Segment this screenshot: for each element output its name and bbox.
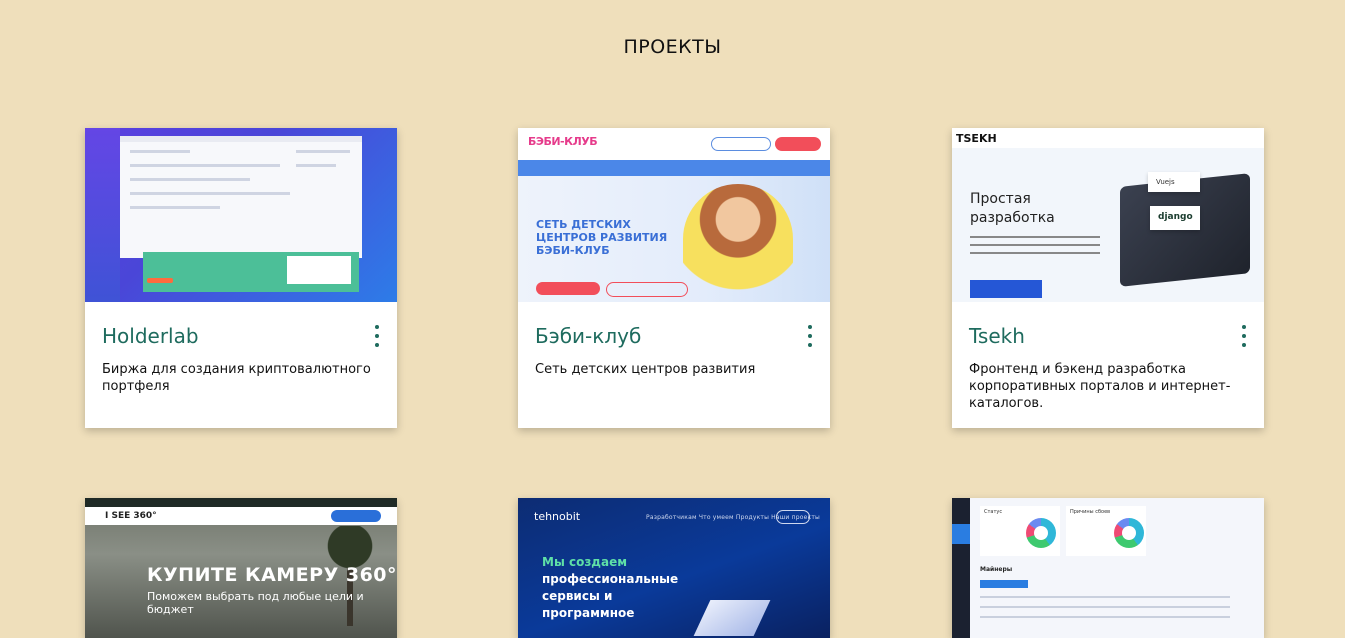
thumbnail-cta-button	[775, 137, 821, 151]
vue-badge: Vuejs	[1148, 172, 1200, 192]
more-options-icon[interactable]	[804, 325, 816, 347]
thumbnail-logo: I SEE 360°	[105, 511, 157, 521]
project-card-holderlab[interactable]: Holderlab Биржа для создания криптовалют…	[85, 128, 397, 428]
project-title: Tsekh	[969, 324, 1025, 348]
project-description: Биржа для создания криптовалютного портф…	[102, 362, 371, 394]
page-title: ПРОЕКТЫ	[623, 36, 722, 58]
project-thumbnail[interactable]: TSEKH Простая разработка Vuejs django	[952, 128, 1264, 302]
project-card-isee360[interactable]: I SEE 360° КУПИТЕ КАМЕРУ 360° Поможем вы…	[85, 498, 397, 638]
thumbnail-button	[980, 580, 1028, 588]
project-description: Фронтенд и бэкенд разработка корпоративн…	[969, 362, 1231, 411]
thumbnail-nav-button	[776, 510, 810, 524]
thumbnail-hero-button	[536, 282, 600, 295]
thumbnail-outline-button	[711, 137, 771, 151]
thumbnail-hero: СЕТЬ ДЕТСКИХ ЦЕНТРОВ РАЗВИТИЯ БЭБИ-КЛУБ	[518, 176, 830, 302]
child-photo	[683, 184, 793, 302]
project-card-tehnobit[interactable]: tehnobit Разработчикам Что умеем Продукт…	[518, 498, 830, 638]
server-illustration	[693, 600, 771, 636]
project-description: Сеть детских центров развития	[535, 362, 756, 377]
status-panel: Статус	[980, 506, 1060, 556]
more-options-icon[interactable]	[1238, 325, 1250, 347]
project-thumbnail[interactable]: tehnobit Разработчикам Что умеем Продукт…	[518, 498, 830, 638]
project-card-tsekh[interactable]: TSEKH Простая разработка Vuejs django Ts…	[952, 128, 1264, 428]
thumbnail-window	[120, 136, 362, 258]
thumbnail-headline: СЕТЬ ДЕТСКИХ ЦЕНТРОВ РАЗВИТИЯ БЭБИ-КЛУБ	[536, 218, 668, 257]
thumbnail-button	[331, 510, 381, 522]
thumbnail-hero-outline-button	[606, 282, 688, 297]
section-label: Майнеры	[980, 566, 1013, 573]
project-title: Бэби-клуб	[535, 324, 642, 348]
project-card-dashboard[interactable]: Статус Причины сбоев Майнеры	[952, 498, 1264, 638]
thumbnail-banner	[143, 252, 359, 292]
thumbnail-sidebar	[85, 128, 120, 302]
more-options-icon[interactable]	[371, 325, 383, 347]
thumbnail-headline: КУПИТЕ КАМЕРУ 360°	[147, 564, 397, 586]
failures-panel: Причины сбоев	[1066, 506, 1146, 556]
thumbnail-paragraph	[970, 236, 1100, 238]
project-thumbnail[interactable]: Статус Причины сбоев Майнеры	[952, 498, 1264, 638]
project-thumbnail[interactable]: I SEE 360° КУПИТЕ КАМЕРУ 360° Поможем вы…	[85, 498, 397, 638]
thumbnail-subline: Поможем выбрать под любые цели и бюджет	[147, 590, 364, 616]
thumbnail-headline: Простая разработка	[970, 191, 1055, 226]
thumbnail-logo: TSEKH	[956, 132, 997, 145]
thumbnail-headline: Мы создаем профессиональные сервисы и пр…	[542, 555, 679, 620]
thumbnail-logo: БЭБИ-КЛУБ	[528, 135, 598, 148]
thumbnail-sidebar	[952, 498, 970, 638]
thumbnail-button	[970, 280, 1042, 298]
django-badge: django	[1150, 206, 1200, 230]
thumbnail-logo: tehnobit	[534, 510, 581, 523]
project-title: Holderlab	[102, 324, 199, 348]
project-thumbnail[interactable]	[85, 128, 397, 302]
project-thumbnail[interactable]: БЭБИ-КЛУБ СЕТЬ ДЕТСКИХ ЦЕНТРОВ РАЗВИТИЯ …	[518, 128, 830, 302]
thumbnail-nav	[518, 160, 830, 176]
project-card-baby-club[interactable]: БЭБИ-КЛУБ СЕТЬ ДЕТСКИХ ЦЕНТРОВ РАЗВИТИЯ …	[518, 128, 830, 428]
thumbnail-button	[147, 278, 173, 283]
